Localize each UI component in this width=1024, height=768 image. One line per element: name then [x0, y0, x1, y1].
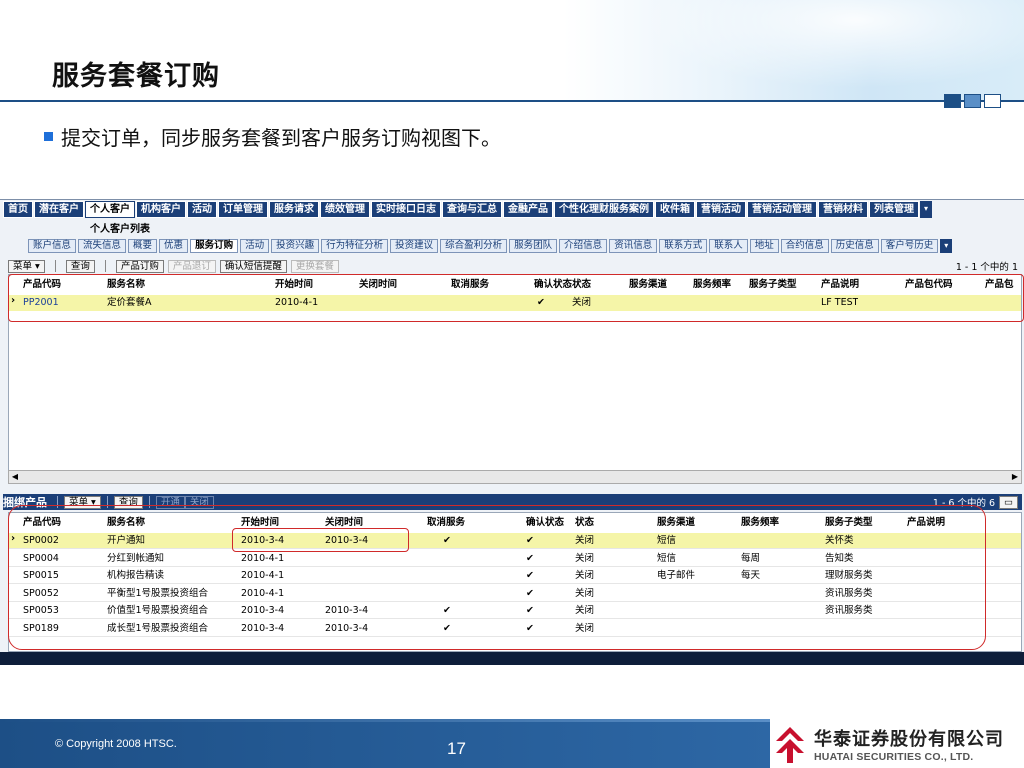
bullet-square-icon — [44, 132, 53, 141]
main-tab-15[interactable]: 营销材料 — [818, 201, 868, 218]
scroll-left-icon[interactable]: ◀ — [9, 471, 21, 483]
pager-text: 1 - 1 个中的 1 — [955, 262, 1018, 273]
sub-tab-3[interactable]: 优惠 — [159, 239, 189, 253]
main-tab-13[interactable]: 营销活动 — [696, 201, 746, 218]
product-order-button[interactable]: 产品订购 — [115, 259, 164, 273]
sub-tab-15[interactable]: 地址 — [749, 239, 779, 253]
main-tab-16[interactable]: 列表管理 — [869, 201, 919, 218]
main-tab-14[interactable]: 营销活动管理 — [747, 201, 817, 218]
sub-tab-16[interactable]: 合约信息 — [780, 239, 829, 253]
sub-tab-10[interactable]: 服务团队 — [509, 239, 558, 253]
main-tab-11[interactable]: 个性化理财服务案例 — [554, 201, 654, 218]
sub-nav: 账户信息 流失信息 概要 优惠 服务订购 活动 投资兴趣 行为特征分析 投资建议 综合盈利分析 服务… — [28, 239, 953, 253]
main-tab-9[interactable]: 查询与汇总 — [442, 201, 502, 218]
list-subheading: 个人客户列表 — [90, 224, 150, 235]
sub-tab-4[interactable]: 服务订购 — [190, 239, 239, 253]
sub-tab-0[interactable]: 账户信息 — [28, 239, 77, 253]
company-logo: 华泰证券股份有限公司 HUATAI SECURITIES CO., LTD. — [772, 722, 1024, 768]
sub-tab-7[interactable]: 行为特征分析 — [321, 239, 389, 253]
highlight-orders — [8, 274, 1024, 322]
sub-more-icon[interactable]: ▾ — [940, 239, 953, 253]
main-tab-7[interactable]: 绩效管理 — [320, 201, 370, 218]
sub-tab-13[interactable]: 联系方式 — [659, 239, 708, 253]
logo-chinese: 华泰证券股份有限公司 — [814, 729, 1004, 750]
horizontal-scrollbar[interactable]: ◀ ▶ — [8, 470, 1022, 484]
sub-tab-14[interactable]: 联系人 — [709, 239, 748, 253]
decorative-squares — [944, 94, 1001, 108]
sub-tab-11[interactable]: 介绍信息 — [559, 239, 608, 253]
main-tab-4[interactable]: 活动 — [187, 201, 217, 218]
sub-tab-6[interactable]: 投资兴趣 — [271, 239, 320, 253]
scroll-right-icon[interactable]: ▶ — [1009, 471, 1021, 483]
sub-tab-1[interactable]: 流失信息 — [78, 239, 127, 253]
crm-screenshot: 首页 潜在客户 个人客户 机构客户 活动 订单管理 服务请求 绩效管理 实时接口日志 查询与汇总金… — [0, 199, 1024, 665]
sub-tab-17[interactable]: 历史信息 — [830, 239, 879, 253]
bullet-text: 提交订单，同步服务套餐到客户服务订购视图下。 — [61, 126, 501, 150]
bullet-point: 提交订单，同步服务套餐到客户服务订购视图下。 — [44, 122, 501, 151]
copyright-text: © Copyright 2008 HTSC. — [55, 738, 177, 750]
main-tab-8[interactable]: 实时接口日志 — [371, 201, 441, 218]
huatai-logo-icon — [776, 727, 804, 763]
highlight-bundle — [8, 505, 986, 650]
main-tab-6[interactable]: 服务请求 — [269, 201, 319, 218]
slide-title: 服务套餐订购 — [52, 61, 220, 92]
sub-tab-18[interactable]: 客户号历史 — [880, 239, 939, 253]
sub-tab-2[interactable]: 概要 — [128, 239, 158, 253]
logo-english: HUATAI SECURITIES CO., LTD. — [814, 751, 974, 763]
slide: 服务套餐订购 提交订单，同步服务套餐到客户服务订购视图下。 首页 潜在客户 个人客户… — [0, 0, 1024, 768]
main-tab-12[interactable]: 收件箱 — [655, 201, 695, 218]
orders-toolbar: 菜单 ▾ 查询 产品订购 产品退订 确认短信提醒 更换套餐 1 - 1 个中的 … — [8, 259, 1022, 273]
main-tab-0[interactable]: 首页 — [3, 201, 33, 218]
sub-tab-8[interactable]: 投资建议 — [390, 239, 439, 253]
sub-tab-9[interactable]: 综合盈利分析 — [440, 239, 508, 253]
page-number: 17 — [447, 739, 466, 758]
title-divider — [0, 100, 1024, 102]
main-tab-3[interactable]: 机构客户 — [136, 201, 186, 218]
main-tab-1[interactable]: 潜在客户 — [34, 201, 84, 218]
confirm-sms-button[interactable]: 确认短信提醒 — [219, 259, 287, 273]
product-unsubscribe-button[interactable]: 产品退订 — [167, 259, 216, 273]
sub-tab-12[interactable]: 资讯信息 — [609, 239, 658, 253]
query-button[interactable]: 查询 — [65, 259, 95, 273]
main-more-icon[interactable]: ▾ — [920, 201, 932, 218]
main-tab-5[interactable]: 订单管理 — [218, 201, 268, 218]
bundle-settings-icon[interactable]: ▭ — [999, 495, 1018, 509]
change-package-button[interactable]: 更换套餐 — [290, 259, 339, 273]
main-tab-2[interactable]: 个人客户 — [85, 201, 135, 218]
bottom-scrollbar[interactable] — [0, 652, 1024, 665]
menu-button[interactable]: 菜单 ▾ — [8, 259, 45, 273]
main-tab-10[interactable]: 金融产品 — [503, 201, 553, 218]
highlight-dates — [232, 528, 409, 552]
main-nav: 首页 潜在客户 个人客户 机构客户 活动 订单管理 服务请求 绩效管理 实时接口日志 查询与汇总金… — [3, 201, 1023, 218]
sub-tab-5[interactable]: 活动 — [240, 239, 270, 253]
